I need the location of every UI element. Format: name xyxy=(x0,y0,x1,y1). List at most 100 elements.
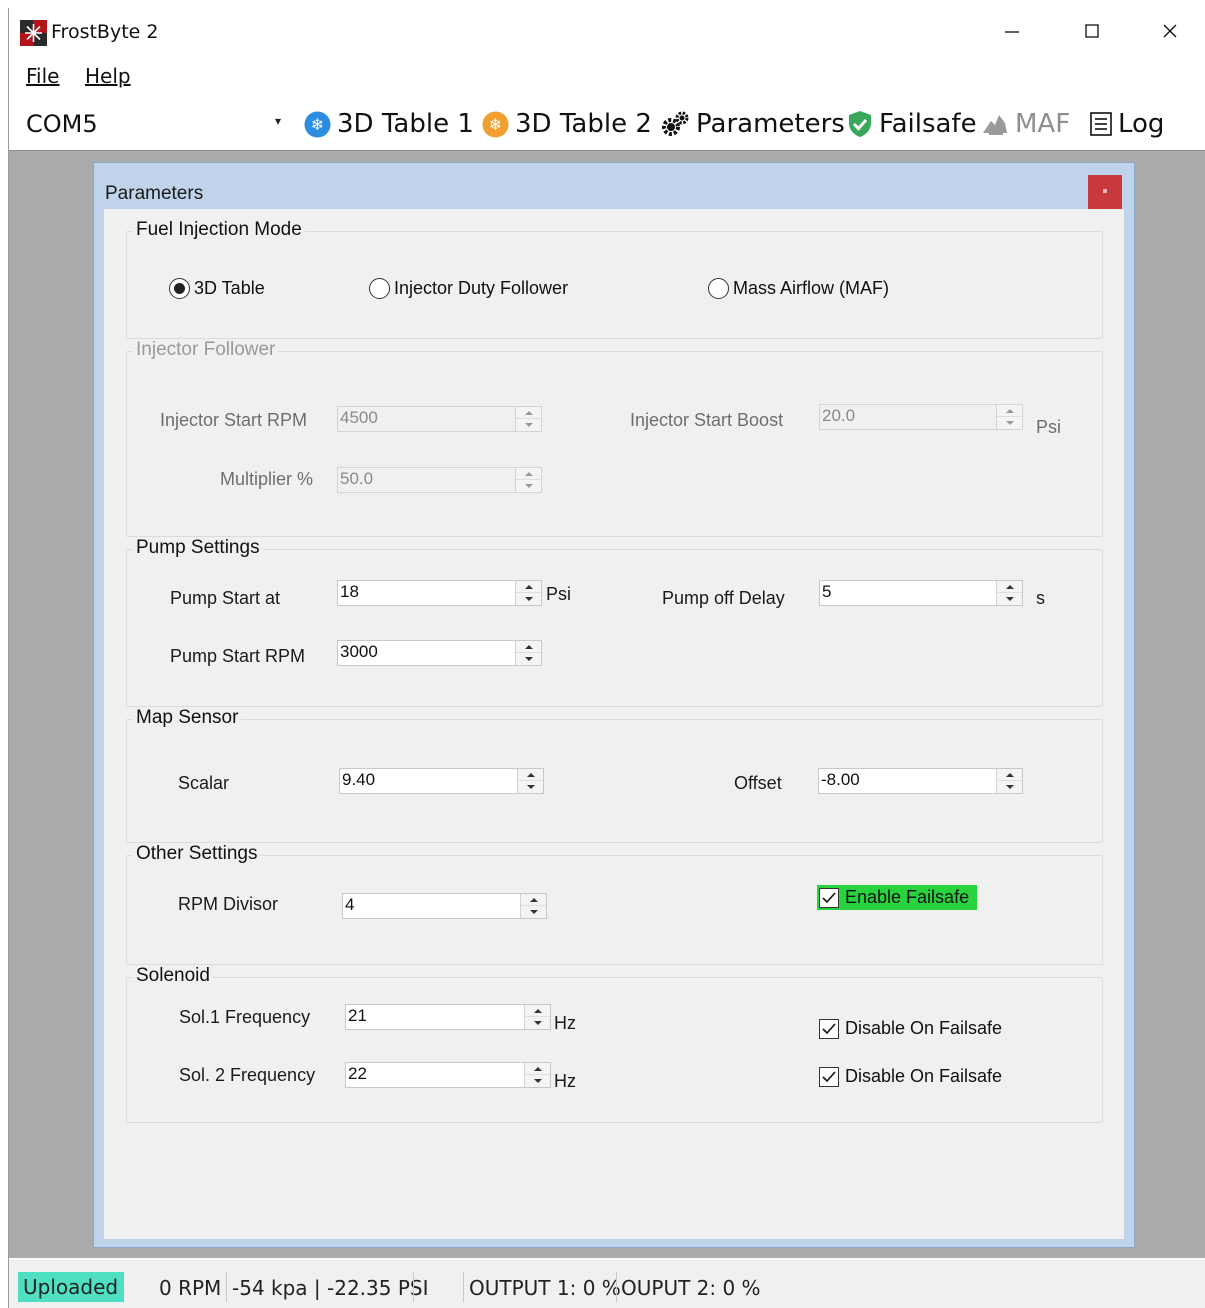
snowflake-icon: ❄ xyxy=(304,111,331,138)
radio-button xyxy=(169,278,190,299)
close-dot-icon xyxy=(1103,189,1107,193)
pump-start-at-spinner[interactable]: 18 xyxy=(337,580,542,606)
upload-status-badge: Uploaded xyxy=(18,1272,125,1302)
shield-check-icon xyxy=(847,110,873,138)
maximize-icon xyxy=(1085,24,1099,38)
snowflake-orange-icon: ❄ xyxy=(482,111,509,138)
tab-failsafe[interactable]: Failsafe xyxy=(847,107,977,141)
enable-failsafe-checkbox[interactable]: Enable Failsafe xyxy=(817,885,978,910)
app-window: FrostByte 2 File Help COM5 ▾ ❄ 3D Table … xyxy=(8,8,1205,1308)
output2-readout: OUPUT 2: 0 % xyxy=(621,1276,761,1300)
menu-help[interactable]: Help xyxy=(85,64,131,88)
status-bar: Uploaded 0 RPM -54 kpa | -22.35 PSI OUTP… xyxy=(9,1260,1205,1308)
offset-label: Offset xyxy=(734,773,782,793)
tab-3d-table-1[interactable]: ❄ 3D Table 1 xyxy=(304,107,474,141)
minimize-icon xyxy=(1005,31,1019,33)
pump-off-delay-label: Pump off Delay xyxy=(662,588,785,608)
status-divider xyxy=(413,1272,414,1302)
tab-log[interactable]: Log xyxy=(1090,107,1164,141)
spinner-arrows-icon[interactable] xyxy=(517,769,543,793)
pump-off-delay-unit-label: s xyxy=(1036,588,1045,608)
group-label: Pump Settings xyxy=(133,537,263,559)
radio-injector-duty-follower[interactable]: Injector Duty Follower xyxy=(369,278,568,299)
group-map-sensor: Map Sensor Scalar 9.40 Offset -8.00 xyxy=(126,707,1103,843)
log-list-icon xyxy=(1090,112,1112,136)
gears-icon xyxy=(660,110,690,138)
injector-start-rpm-spinner[interactable]: 4500 xyxy=(337,406,542,432)
spinner-arrows-icon[interactable] xyxy=(524,1005,550,1029)
spinner-arrows-icon[interactable] xyxy=(996,405,1022,429)
spinner-arrows-icon[interactable] xyxy=(515,468,541,492)
rpm-divisor-spinner[interactable]: 4 xyxy=(342,893,547,919)
boost-unit-label: Psi xyxy=(1036,417,1062,437)
injector-start-boost-spinner[interactable]: 20.0 xyxy=(819,404,1023,430)
tab-parameters[interactable]: Parameters xyxy=(660,107,845,141)
window-title: FrostByte 2 xyxy=(51,21,159,43)
injector-start-rpm-label: Injector Start RPM xyxy=(160,410,308,430)
parameters-panel: Fuel Injection Mode 3D Table Injector Du… xyxy=(104,209,1124,1239)
group-fuel-injection-mode: Fuel Injection Mode 3D Table Injector Du… xyxy=(126,219,1103,339)
status-divider xyxy=(463,1272,464,1302)
svg-text:❄: ❄ xyxy=(489,115,502,134)
pump-start-unit-label: Psi xyxy=(546,584,572,604)
radio-3d-table[interactable]: 3D Table xyxy=(169,278,265,299)
tab-maf[interactable]: MAF xyxy=(981,107,1070,141)
menu-file[interactable]: File xyxy=(26,64,59,88)
injector-start-boost-label: Injector Start Boost xyxy=(630,410,784,430)
spinner-arrows-icon[interactable] xyxy=(520,894,546,918)
pump-start-rpm-label: Pump Start RPM xyxy=(170,646,306,666)
engine-icon xyxy=(981,111,1009,137)
dropdown-arrow-icon[interactable]: ▾ xyxy=(275,114,281,128)
radio-mass-airflow[interactable]: Mass Airflow (MAF) xyxy=(708,278,889,299)
tab-3d-table-2[interactable]: ❄ 3D Table 2 xyxy=(482,107,652,141)
group-injector-follower: Injector Follower Injector Start RPM 450… xyxy=(126,339,1103,537)
pump-off-delay-spinner[interactable]: 5 xyxy=(819,580,1023,606)
close-button[interactable] xyxy=(1147,16,1193,46)
spinner-arrows-icon[interactable] xyxy=(515,641,541,665)
output1-readout: OUTPUT 1: 0 % xyxy=(469,1276,621,1300)
radio-button xyxy=(369,278,390,299)
minimize-button[interactable] xyxy=(989,16,1035,46)
sol1-frequency-label: Sol.1 Frequency xyxy=(179,1007,311,1027)
multiplier-spinner[interactable]: 50.0 xyxy=(337,467,542,493)
group-solenoid: Solenoid Sol.1 Frequency 21 Hz Disable O… xyxy=(126,965,1103,1123)
checkbox-checked-icon xyxy=(819,887,839,908)
disable-on-failsafe-1-checkbox[interactable]: Disable On Failsafe xyxy=(819,1018,1002,1039)
spinner-arrows-icon[interactable] xyxy=(996,769,1022,793)
sol1-frequency-spinner[interactable]: 21 xyxy=(345,1004,551,1030)
com-port-select[interactable]: COM5 xyxy=(18,102,274,138)
scalar-spinner[interactable]: 9.40 xyxy=(339,768,544,794)
app-logo-icon xyxy=(20,20,47,46)
sol2-frequency-spinner[interactable]: 22 xyxy=(345,1062,551,1088)
rpm-readout: 0 RPM xyxy=(159,1276,222,1300)
disable-on-failsafe-2-checkbox[interactable]: Disable On Failsafe xyxy=(819,1066,1002,1087)
parameters-window: Parameters Fuel Injection Mode 3D Table … xyxy=(93,162,1135,1248)
menu-bar: File Help xyxy=(9,62,1205,92)
svg-text:❄: ❄ xyxy=(311,115,324,134)
group-label: Other Settings xyxy=(133,843,261,865)
pump-start-at-label: Pump Start at xyxy=(170,588,281,608)
maximize-button[interactable] xyxy=(1069,16,1115,46)
rpm-divisor-label: RPM Divisor xyxy=(178,894,279,914)
status-divider xyxy=(616,1272,617,1302)
spinner-arrows-icon[interactable] xyxy=(996,581,1022,605)
group-pump-settings: Pump Settings Pump Start at 18 Psi Pump … xyxy=(126,537,1103,707)
sol2-frequency-label: Sol. 2 Frequency xyxy=(179,1065,316,1085)
title-bar: FrostByte 2 xyxy=(9,8,1205,56)
spinner-arrows-icon[interactable] xyxy=(515,581,541,605)
status-divider xyxy=(226,1272,227,1302)
offset-spinner[interactable]: -8.00 xyxy=(818,768,1023,794)
checkbox-checked-icon xyxy=(819,1018,839,1039)
child-close-button[interactable] xyxy=(1088,175,1122,209)
radio-button xyxy=(708,278,729,299)
sol2-unit-label: Hz xyxy=(554,1071,576,1091)
com-port-value: COM5 xyxy=(26,110,98,138)
child-window-title: Parameters xyxy=(105,183,204,204)
multiplier-label: Multiplier % xyxy=(220,469,314,489)
group-label: Map Sensor xyxy=(133,707,242,729)
pressure-readout: -54 kpa | -22.35 PSI xyxy=(232,1276,429,1300)
spinner-arrows-icon[interactable] xyxy=(524,1063,550,1087)
scalar-label: Scalar xyxy=(178,773,230,793)
spinner-arrows-icon[interactable] xyxy=(515,407,541,431)
pump-start-rpm-spinner[interactable]: 3000 xyxy=(337,640,542,666)
